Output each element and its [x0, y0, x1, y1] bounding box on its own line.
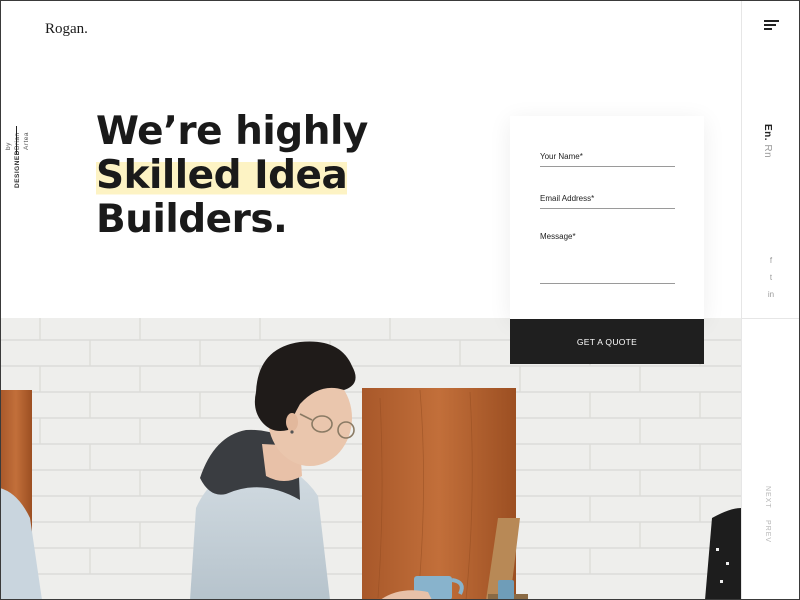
email-field[interactable]: Email Address* [540, 194, 675, 210]
email-underline [540, 208, 675, 209]
prev-link[interactable]: PREV [764, 520, 771, 543]
twitter-icon[interactable]: t [766, 273, 776, 283]
designer-credit: DESIGNED by Brian Artea [4, 128, 31, 188]
facebook-icon[interactable]: f [766, 256, 776, 266]
hero-headline: We’re highly Skilled Idea Builders. [96, 110, 368, 242]
name-field[interactable]: Your Name* [540, 152, 675, 168]
language-switcher: En. Rn [762, 124, 773, 158]
right-rail [741, 0, 800, 600]
message-underline [540, 283, 675, 284]
headline-line-1: We’re highly [96, 109, 368, 154]
quote-form: Your Name* Email Address* Message* [510, 116, 704, 319]
rail-divider [741, 318, 800, 319]
get-quote-button[interactable]: GET A QUOTE [510, 319, 704, 364]
credit-author: by Brian Artea [5, 132, 30, 151]
linkedin-icon[interactable]: in [766, 290, 776, 300]
lang-en[interactable]: En. [762, 124, 773, 141]
menu-icon[interactable] [764, 20, 779, 32]
lang-rn[interactable]: Rn [762, 144, 773, 158]
message-field[interactable]: Message* [540, 232, 675, 286]
headline-line-3: Builders. [96, 197, 288, 242]
credit-designed: DESIGNED [14, 150, 21, 188]
name-underline [540, 166, 675, 167]
headline-line-2-highlight: Skilled Idea [96, 153, 348, 198]
logo[interactable]: Rogan. [45, 21, 88, 38]
credit-divider [16, 126, 17, 154]
next-link[interactable]: NEXT [764, 486, 771, 509]
